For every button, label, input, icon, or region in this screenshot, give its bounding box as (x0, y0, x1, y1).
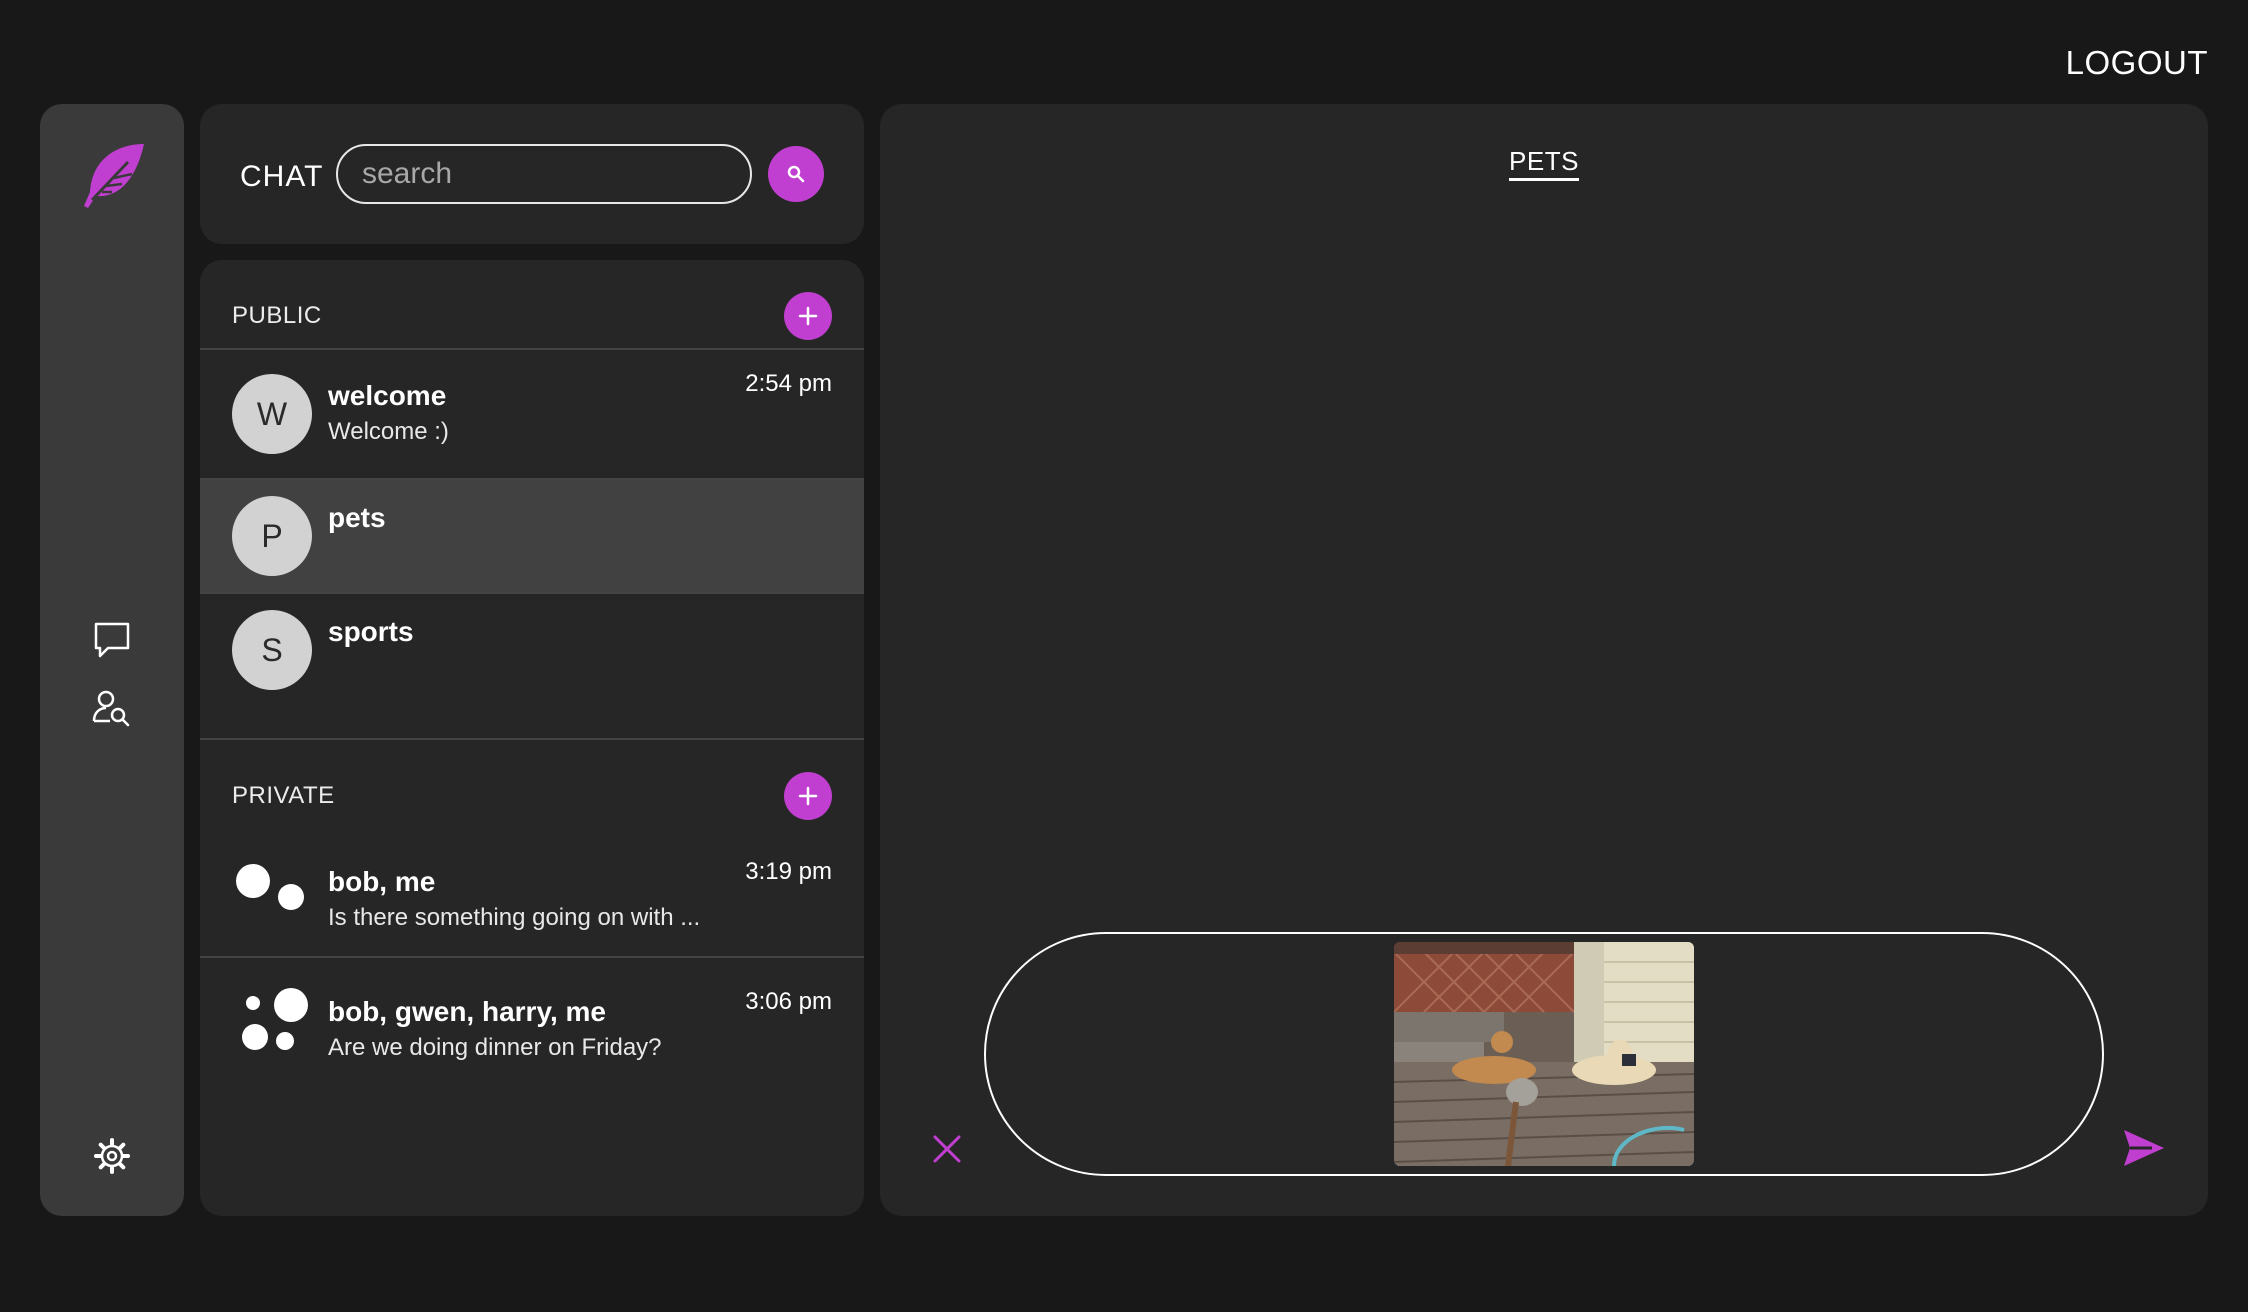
public-section-title: PUBLIC (232, 302, 322, 329)
chat-main-panel: PETS (880, 104, 2208, 1216)
add-public-room-button[interactable] (784, 292, 832, 340)
private-chat-item[interactable]: bob, me Is there something going on with… (200, 828, 864, 956)
search-panel: CHAT (200, 104, 864, 244)
divider (200, 738, 864, 740)
avatar: W (232, 374, 312, 454)
avatar: S (232, 610, 312, 690)
feather-icon (84, 144, 144, 208)
gear-icon[interactable] (94, 1138, 130, 1174)
rooms-panel: PUBLIC W welcome Welcome :) 2:54 pm P pe… (200, 260, 864, 1216)
avatar: P (232, 496, 312, 576)
message-composer[interactable] (984, 932, 2104, 1176)
room-time: 3:19 pm (745, 858, 832, 885)
nav-rail (40, 104, 184, 1216)
room-name: bob, me (328, 866, 436, 897)
plus-icon (798, 786, 818, 806)
private-section-title: PRIVATE (232, 782, 335, 809)
room-item-welcome[interactable]: W welcome Welcome :) 2:54 pm (200, 350, 864, 462)
room-name: welcome (328, 380, 447, 411)
search-icon (787, 165, 805, 183)
chat-bubble-icon[interactable] (92, 620, 132, 660)
room-item-pets[interactable]: P pets (200, 480, 864, 592)
search-button[interactable] (768, 146, 824, 202)
room-time: 3:06 pm (745, 988, 832, 1015)
room-item-sports[interactable]: S sports (200, 594, 864, 706)
plus-icon (798, 306, 818, 326)
room-preview: Is there something going on with ... (328, 904, 701, 931)
close-icon[interactable] (930, 1132, 964, 1166)
channel-title: PETS (880, 146, 2208, 181)
dogs-photo (1394, 942, 1694, 1166)
room-preview: Welcome :) (328, 418, 449, 445)
logout-button[interactable]: LOGOUT (2066, 44, 2208, 82)
chat-label: CHAT (240, 160, 324, 193)
room-preview: Are we doing dinner on Friday? (328, 1034, 662, 1061)
send-icon[interactable] (2122, 1128, 2166, 1168)
user-search-icon[interactable] (92, 688, 132, 728)
search-input[interactable] (336, 144, 752, 204)
room-name: bob, gwen, harry, me (328, 996, 606, 1027)
private-chat-item[interactable]: bob, gwen, harry, me Are we doing dinner… (200, 958, 864, 1088)
room-name: pets (328, 502, 386, 533)
attachment-preview (1394, 942, 1694, 1166)
room-time: 2:54 pm (745, 370, 832, 397)
room-name: sports (328, 616, 414, 647)
add-private-chat-button[interactable] (784, 772, 832, 820)
